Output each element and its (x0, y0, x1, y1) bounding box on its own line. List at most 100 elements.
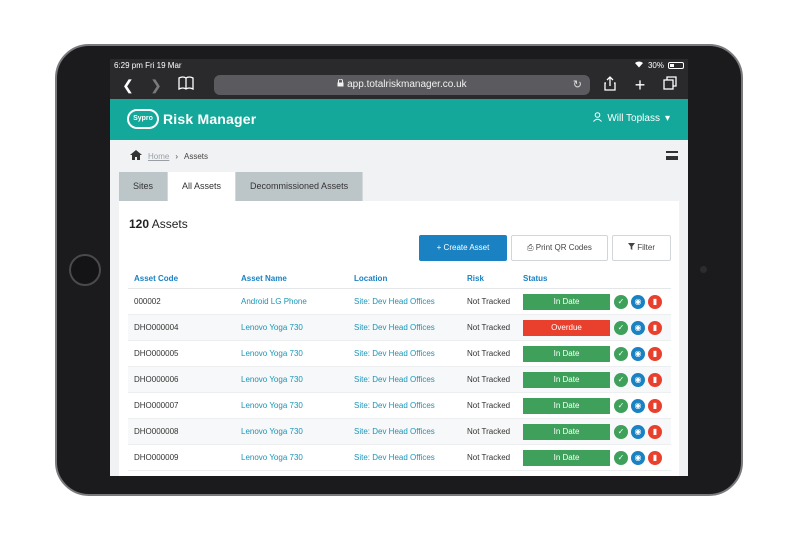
trash-icon[interactable]: ▮ (648, 320, 662, 335)
cell-status: In Date (521, 289, 610, 314)
reload-icon[interactable]: ↻ (573, 75, 582, 95)
col-risk[interactable]: Risk (467, 269, 521, 288)
table-row[interactable]: 000002 Android LG Phone Site: Dev Head Off… (128, 289, 671, 315)
bookmarks-icon[interactable] (176, 76, 196, 94)
trash-icon[interactable]: ▮ (648, 294, 662, 309)
user-name: Will Toplass (607, 113, 660, 124)
status-right: 30% (634, 59, 684, 72)
eye-icon[interactable]: ◉ (631, 346, 645, 361)
status-badge: In Date (523, 450, 610, 466)
table-row[interactable]: DHO000006 Lenovo Yoga 730 Site: Dev Head O… (128, 367, 671, 393)
cell-location-link[interactable]: Site: Dev Head Offices (354, 341, 467, 366)
trash-icon[interactable]: ▮ (648, 346, 662, 361)
create-asset-button[interactable]: + Create Asset (419, 235, 507, 261)
status-badge: In Date (523, 346, 610, 362)
cell-asset-name-link[interactable]: Lenovo Yoga 730 (241, 419, 354, 444)
cell-location-link[interactable]: Site: Dev Head Offices (354, 445, 467, 470)
cell-risk: Not Tracked (467, 323, 511, 332)
eye-icon[interactable]: ◉ (631, 294, 645, 309)
check-icon[interactable]: ✓ (614, 372, 628, 387)
new-tab-icon[interactable]: + (630, 76, 650, 94)
cell-risk: Not Tracked (467, 375, 511, 384)
trash-icon[interactable]: ▮ (648, 372, 662, 387)
col-asset-name[interactable]: Asset Name (241, 269, 354, 288)
share-icon[interactable] (600, 76, 620, 95)
eye-icon[interactable]: ◉ (631, 320, 645, 335)
cell-risk: Not Tracked (467, 427, 511, 436)
table-row[interactable]: DHO000009 Lenovo Yoga 730 Site: Dev Head O… (128, 445, 671, 471)
logo[interactable]: Sypro Risk Manager (127, 107, 256, 131)
status-badge: In Date (523, 294, 610, 310)
tab-bar: Sites All Assets Decommissioned Assets (119, 172, 364, 201)
cell-asset-code: DHO000004 (134, 323, 179, 332)
check-icon[interactable]: ✓ (614, 450, 628, 465)
menu-icon[interactable] (666, 151, 678, 160)
battery-percent: 30% (647, 61, 664, 70)
cell-location-link[interactable]: Site: Dev Head Offices (354, 393, 467, 418)
eye-icon[interactable]: ◉ (631, 372, 645, 387)
assets-panel: 120 Assets + Create Asset ⎙ Print QR Cod… (119, 201, 679, 476)
tabs-icon[interactable] (660, 76, 680, 94)
print-qr-codes-button[interactable]: ⎙ Print QR Codes (511, 235, 608, 261)
cell-asset-code: DHO000005 (134, 349, 179, 358)
col-status[interactable]: Status (521, 269, 610, 288)
url-bar[interactable]: app.totalriskmanager.co.uk ↻ (214, 75, 590, 95)
cell-location-link[interactable]: Site: Dev Head Offices (354, 315, 467, 340)
plus-icon: + (436, 243, 442, 252)
tab-sites[interactable]: Sites (119, 172, 169, 201)
eye-icon[interactable]: ◉ (631, 398, 645, 413)
url-text: app.totalriskmanager.co.uk (347, 79, 467, 90)
asset-count-label: Assets (151, 217, 188, 231)
row-actions: ✓ ◉ ▮ (610, 367, 671, 392)
table-row[interactable]: DHO000005 Lenovo Yoga 730 Site: Dev Head O… (128, 341, 671, 367)
cell-status: In Date (521, 445, 610, 470)
status-badge: Overdue (523, 320, 610, 336)
cell-location-link[interactable]: Site: Dev Head Offices (354, 367, 467, 392)
cell-asset-name-link[interactable]: Lenovo Yoga 730 (241, 315, 354, 340)
tab-decommissioned-assets[interactable]: Decommissioned Assets (236, 172, 364, 201)
assets-table: Asset Code Asset Name Location Risk Stat… (128, 269, 671, 471)
cell-status: In Date (521, 367, 610, 392)
filter-label: Filter (637, 243, 655, 252)
cell-asset-name-link[interactable]: Lenovo Yoga 730 (241, 393, 354, 418)
eye-icon[interactable]: ◉ (631, 450, 645, 465)
cell-location-link[interactable]: Site: Dev Head Offices (354, 289, 467, 314)
wifi-icon (634, 59, 644, 72)
cell-asset-name-link[interactable]: Lenovo Yoga 730 (241, 445, 354, 470)
trash-icon[interactable]: ▮ (648, 398, 662, 413)
cell-asset-name-link[interactable]: Android LG Phone (241, 289, 354, 314)
col-location[interactable]: Location (354, 269, 467, 288)
cell-asset-name-link[interactable]: Lenovo Yoga 730 (241, 367, 354, 392)
create-asset-label: Create Asset (443, 243, 490, 252)
col-asset-code[interactable]: Asset Code (128, 269, 241, 288)
breadcrumb-home-link[interactable]: Home (148, 152, 169, 161)
eye-icon[interactable]: ◉ (631, 424, 645, 439)
table-row[interactable]: DHO000008 Lenovo Yoga 730 Site: Dev Head O… (128, 419, 671, 445)
cell-location-link[interactable]: Site: Dev Head Offices (354, 419, 467, 444)
forward-icon[interactable]: ❯ (146, 76, 166, 94)
breadcrumb: Home › Assets (130, 150, 208, 162)
camera (700, 266, 707, 273)
logo-mark: Sypro (127, 109, 159, 129)
cell-asset-name-link[interactable]: Lenovo Yoga 730 (241, 341, 354, 366)
home-icon[interactable] (130, 150, 142, 162)
check-icon[interactable]: ✓ (614, 398, 628, 413)
row-actions: ✓ ◉ ▮ (610, 393, 671, 418)
check-icon[interactable]: ✓ (614, 424, 628, 439)
status-badge: In Date (523, 424, 610, 440)
table-row[interactable]: DHO000004 Lenovo Yoga 730 Site: Dev Head O… (128, 315, 671, 341)
col-actions (610, 269, 671, 288)
check-icon[interactable]: ✓ (614, 320, 628, 335)
check-icon[interactable]: ✓ (614, 294, 628, 309)
filter-button[interactable]: Filter (612, 235, 671, 261)
check-icon[interactable]: ✓ (614, 346, 628, 361)
status-time: 6:29 pm Fri 19 Mar (114, 61, 182, 70)
cell-asset-code: DHO000009 (134, 453, 179, 462)
trash-icon[interactable]: ▮ (648, 450, 662, 465)
tab-all-assets[interactable]: All Assets (168, 172, 237, 201)
user-menu[interactable]: Will Toplass ▾ (593, 112, 670, 125)
trash-icon[interactable]: ▮ (648, 424, 662, 439)
table-row[interactable]: DHO000007 Lenovo Yoga 730 Site: Dev Head O… (128, 393, 671, 419)
back-icon[interactable]: ❮ (118, 76, 138, 94)
row-actions: ✓ ◉ ▮ (610, 445, 671, 470)
